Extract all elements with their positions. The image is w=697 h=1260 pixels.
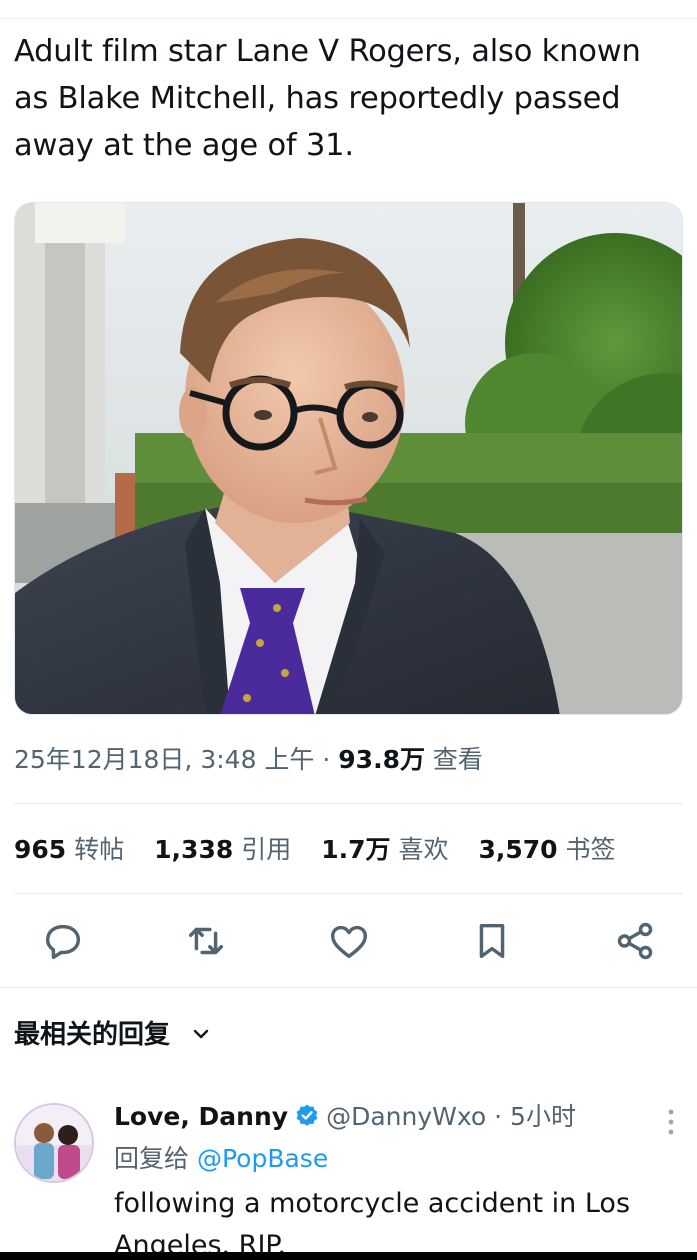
bookmark-icon[interactable]	[469, 918, 515, 964]
view-count: 93.8万	[338, 745, 425, 774]
avatar[interactable]	[14, 1103, 94, 1183]
retweet-icon[interactable]	[183, 918, 229, 964]
reply-item[interactable]: Love, Danny @DannyWxo · 5小时 回复给 @PopBase…	[14, 1095, 684, 1260]
reply-to-label: 回复给	[114, 1144, 190, 1173]
engagement-stats: 965 转帖 1,338 引用 1.7万 喜欢 3,570 书签	[14, 828, 638, 872]
tweet-photo[interactable]	[14, 202, 683, 715]
views-label: 查看	[432, 745, 483, 774]
reply-author-name[interactable]: Love, Danny	[114, 1102, 288, 1131]
divider	[14, 893, 683, 894]
bottom-edge	[0, 1252, 697, 1260]
quotes-stat[interactable]: 1,338 引用	[154, 828, 291, 872]
top-divider	[0, 18, 697, 19]
divider	[14, 803, 683, 804]
replies-sort-label: 最相关的回复	[14, 1020, 171, 1050]
chevron-down-icon	[191, 1016, 211, 1056]
reply-to-line: 回复给 @PopBase	[114, 1139, 328, 1179]
reply-text: following a motorcycle accident in Los A…	[114, 1188, 631, 1260]
tweet-text: Adult film star Lane V Rogers, also know…	[14, 34, 641, 163]
replies-sort-dropdown[interactable]: 最相关的回复	[14, 1015, 211, 1056]
reply-author-handle[interactable]: @DannyWxo	[326, 1102, 486, 1131]
retweets-stat[interactable]: 965 转帖	[14, 828, 124, 872]
reply-time: 5小时	[510, 1102, 576, 1131]
reply-icon[interactable]	[40, 918, 86, 964]
likes-stat[interactable]: 1.7万 喜欢	[321, 828, 448, 872]
bookmarks-stat[interactable]: 3,570 书签	[478, 828, 615, 872]
reply-separator: ·	[494, 1102, 503, 1131]
tweet-detail-screen: Adult film star Lane V Rogers, also know…	[0, 0, 697, 1260]
action-bar	[40, 918, 658, 964]
tweet-datetime: 25年12月18日, 3:48 上午	[14, 745, 315, 774]
meta-separator: ·	[322, 745, 331, 774]
more-options-icon[interactable]	[666, 1107, 676, 1141]
share-icon[interactable]	[612, 918, 658, 964]
verified-badge-icon	[294, 1101, 320, 1141]
reply-to-mention[interactable]: @PopBase	[197, 1144, 328, 1173]
like-icon[interactable]	[326, 918, 372, 964]
reply-header: Love, Danny @DannyWxo · 5小时	[114, 1097, 576, 1141]
divider	[0, 987, 697, 988]
tweet-meta: 25年12月18日, 3:48 上午 · 93.8万 查看	[14, 740, 483, 780]
